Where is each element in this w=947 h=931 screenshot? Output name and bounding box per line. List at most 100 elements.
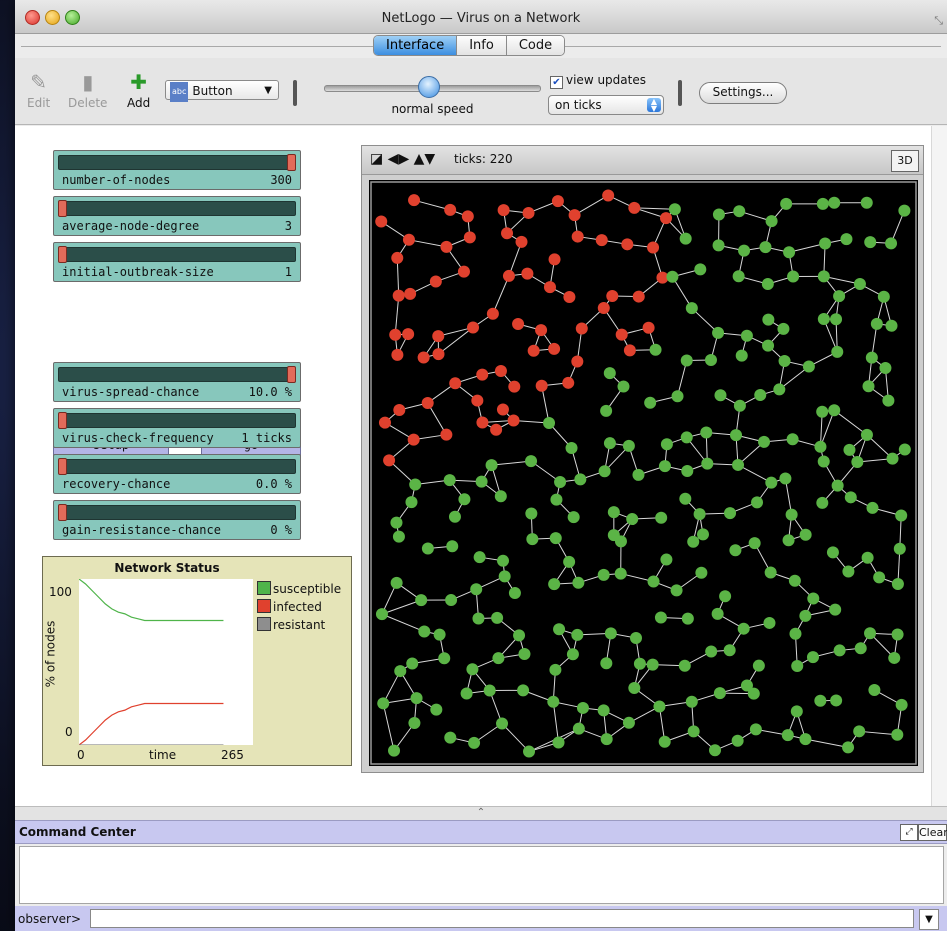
susceptible-node [681, 612, 694, 625]
delete-tool[interactable]: ▮ Delete [68, 70, 107, 110]
tab-interface[interactable]: Interface [374, 36, 457, 55]
susceptible-node [630, 632, 643, 645]
update-mode-select[interactable]: on ticks ▲ ▼ [548, 95, 664, 115]
susceptible-node [828, 196, 841, 209]
infected-node [606, 290, 619, 303]
slider-track[interactable] [58, 367, 296, 382]
susceptible-node [525, 455, 538, 468]
susceptible-node [443, 474, 456, 487]
susceptible-node [567, 511, 580, 524]
toolbar-toggle-icon[interactable]: ⤡ [934, 14, 943, 28]
susceptible-node [816, 405, 829, 418]
infected-node [444, 203, 457, 216]
command-input[interactable] [90, 909, 914, 928]
infected-node [507, 414, 520, 427]
slider-number-of-nodes[interactable]: number-of-nodes 300 [53, 150, 301, 190]
slider-handle[interactable] [58, 412, 67, 429]
legend-swatch [257, 581, 271, 595]
susceptible-node [731, 734, 744, 747]
susceptible-node [491, 611, 504, 624]
susceptible-node [733, 399, 746, 412]
infected-node [642, 321, 655, 334]
infected-node [432, 348, 445, 361]
slider-initial-outbreak-size[interactable]: initial-outbreak-size 1 [53, 242, 301, 282]
slider-handle[interactable] [58, 246, 67, 263]
susceptible-node [712, 239, 725, 252]
susceptible-node [415, 594, 428, 607]
infected-node [449, 377, 462, 390]
widget-type-select[interactable]: abc Button ▼ [165, 80, 279, 102]
view-size-arrows-icon[interactable]: ◪ ◀▶ ▲▼ [370, 151, 435, 167]
tab-code[interactable]: Code [505, 36, 565, 55]
susceptible-node [738, 244, 751, 257]
speed-slider-knob[interactable] [418, 76, 440, 98]
susceptible-node [681, 465, 694, 478]
slider-handle[interactable] [287, 154, 296, 171]
susceptible-node [617, 380, 630, 393]
susceptible-node [789, 627, 802, 640]
slider-track[interactable] [58, 201, 296, 216]
slider-track[interactable] [58, 505, 296, 520]
command-output-area[interactable] [19, 846, 944, 904]
susceptible-node [799, 609, 812, 622]
slider-label: virus-check-frequency [62, 431, 214, 445]
slider-recovery-chance[interactable]: recovery-chance 0.0 % [53, 454, 301, 494]
susceptible-node [597, 704, 610, 717]
slider-gain-resistance-chance[interactable]: gain-resistance-chance 0 % [53, 500, 301, 540]
susceptible-node [550, 493, 563, 506]
add-tool[interactable]: ✚ Add [127, 70, 150, 110]
clear-button[interactable]: Clear [918, 824, 947, 841]
susceptible-node [646, 658, 659, 671]
infected-node [402, 328, 415, 341]
toolbar-separator [678, 80, 682, 106]
susceptible-node [851, 455, 864, 468]
susceptible-node [762, 313, 775, 326]
susceptible-node [458, 493, 471, 506]
susceptible-node [816, 197, 829, 210]
susceptible-node [831, 345, 844, 358]
slider-track[interactable] [58, 413, 296, 428]
view-updates-checkbox[interactable]: ✔ view updates [550, 73, 646, 89]
susceptible-node [473, 551, 486, 564]
susceptible-node [886, 452, 899, 465]
tab-info[interactable]: Info [456, 36, 506, 55]
susceptible-node [877, 290, 890, 303]
history-dropdown[interactable]: ▼ [919, 909, 939, 930]
susceptible-node [761, 278, 774, 291]
susceptible-node [779, 472, 792, 485]
susceptible-node [749, 723, 762, 736]
plot-y-label: % of nodes [43, 620, 58, 688]
slider-virus-spread-chance[interactable]: virus-spread-chance 10.0 % [53, 362, 301, 402]
slider-handle[interactable] [58, 458, 67, 475]
slider-handle[interactable] [58, 200, 67, 217]
susceptible-node [714, 389, 727, 402]
susceptible-node [747, 687, 760, 700]
settings-button[interactable]: Settings... [699, 82, 787, 104]
network-world[interactable] [369, 180, 918, 766]
3d-view-button[interactable]: 3D [891, 150, 919, 172]
susceptible-node [865, 351, 878, 364]
expand-icon[interactable]: ⤢ [900, 824, 918, 841]
susceptible-node [513, 629, 526, 642]
slider-track[interactable] [58, 459, 296, 474]
susceptible-node [781, 729, 794, 742]
slider-handle[interactable] [287, 366, 296, 383]
susceptible-node [517, 684, 530, 697]
infected-node [512, 317, 525, 330]
slider-average-node-degree[interactable]: average-node-degree 3 [53, 196, 301, 236]
infected-node [457, 265, 470, 278]
susceptible-node [866, 501, 879, 514]
toolbar-separator [293, 80, 297, 106]
infected-node [602, 189, 615, 202]
pane-splitter[interactable]: ⌃ [15, 806, 947, 821]
slider-virus-check-frequency[interactable]: virus-check-frequency 1 ticks [53, 408, 301, 448]
interface-scrollbar[interactable] [931, 126, 947, 806]
slider-track[interactable] [58, 155, 296, 170]
susceptible-node [668, 203, 681, 216]
slider-track[interactable] [58, 247, 296, 262]
edit-label: Edit [27, 96, 51, 110]
slider-handle[interactable] [58, 504, 67, 521]
susceptible-node [687, 535, 700, 548]
edit-tool[interactable]: ✎ Edit [27, 70, 50, 110]
network-status-plot[interactable]: Network Status 100 0 % of nodes 0 time 2… [42, 556, 352, 766]
